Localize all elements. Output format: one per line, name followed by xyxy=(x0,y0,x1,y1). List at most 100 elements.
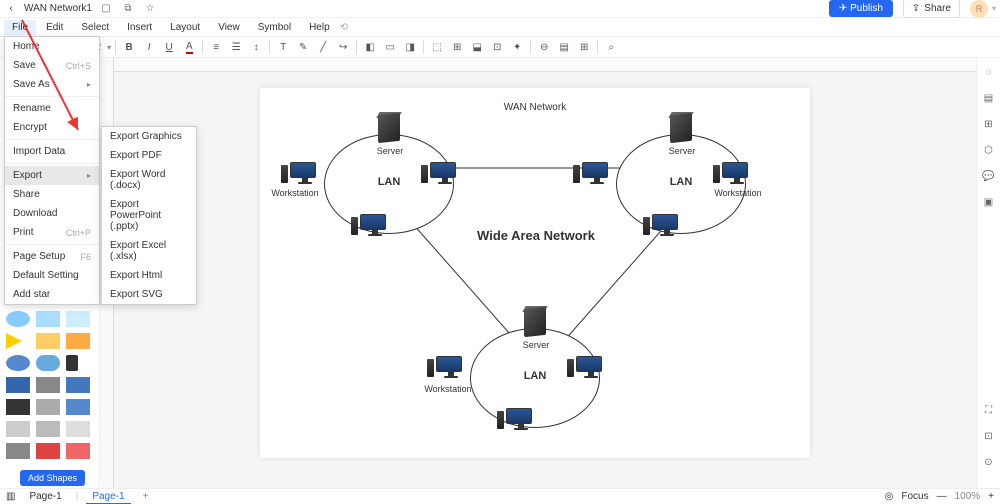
workstation-icon-3c[interactable] xyxy=(506,408,536,432)
file-menu-item-save[interactable]: SaveCtrl+S xyxy=(5,56,99,75)
list-icon[interactable]: ☰ xyxy=(227,38,245,56)
underline-icon[interactable]: U xyxy=(160,38,178,56)
file-menu-item-page-setup[interactable]: Page SetupF6 xyxy=(5,247,99,266)
effects-icon[interactable]: ✦ xyxy=(508,38,526,56)
help-icon[interactable]: ⟲ xyxy=(340,22,348,33)
document-title[interactable]: WAN Network1 xyxy=(24,3,92,14)
arrange2-icon[interactable]: ⊡ xyxy=(488,38,506,56)
file-menu-item-rename[interactable]: Rename xyxy=(5,99,99,118)
export-menu-item-export-powerpoint-pptx-[interactable]: Export PowerPoint (.pptx) xyxy=(102,195,196,236)
star-icon[interactable]: ☆ xyxy=(142,2,158,16)
file-menu-item-add-star[interactable]: Add star xyxy=(5,285,99,304)
arrange-icon[interactable]: ⬚ xyxy=(428,38,446,56)
comment-icon[interactable]: 💬 xyxy=(981,168,997,184)
drawing-canvas[interactable]: WAN Network LAN Server Workstation LAN S… xyxy=(260,88,810,458)
workstation-icon-1a[interactable] xyxy=(290,162,320,186)
lineheight-icon[interactable]: ↕ xyxy=(247,38,265,56)
back-button[interactable]: ‹ xyxy=(4,3,18,14)
page-tab-active[interactable]: Page-1 xyxy=(86,490,130,504)
page-icon[interactable]: ▤ xyxy=(981,90,997,106)
file-menu-item-save-as[interactable]: Save As▸ xyxy=(5,75,99,94)
server-icon-3[interactable] xyxy=(522,306,548,340)
avatar[interactable]: R xyxy=(970,0,988,18)
theme-icon[interactable]: ◌ xyxy=(981,64,997,80)
focus-label[interactable]: Focus xyxy=(901,491,928,502)
export-menu-item-export-svg[interactable]: Export SVG xyxy=(102,285,196,304)
add-shapes-button[interactable]: Add Shapes xyxy=(20,470,85,486)
focus-icon[interactable]: ◎ xyxy=(885,491,894,502)
connector-icon[interactable]: ↪ xyxy=(334,38,352,56)
workstation-icon-3b[interactable] xyxy=(576,356,606,380)
share-button[interactable]: ⇪ Share xyxy=(903,0,960,18)
layers-icon[interactable]: ⊞ xyxy=(981,116,997,132)
file-menu-item-default-setting[interactable]: Default Setting xyxy=(5,266,99,285)
add-page-button[interactable]: + xyxy=(139,491,153,502)
workstation-icon-2a[interactable] xyxy=(582,162,612,186)
stroke-icon[interactable]: ▭ xyxy=(381,38,399,56)
file-menu-item-share[interactable]: Share xyxy=(5,185,99,204)
publish-label: Publish xyxy=(850,3,883,14)
menu-symbol[interactable]: Symbol xyxy=(250,20,299,35)
menu-view[interactable]: View xyxy=(210,20,248,35)
export-menu-item-export-html[interactable]: Export Html xyxy=(102,266,196,285)
export-menu-item-export-word-docx-[interactable]: Export Word (.docx) xyxy=(102,165,196,195)
zoom-icon[interactable]: ⊙ xyxy=(981,454,997,470)
menu-insert[interactable]: Insert xyxy=(119,20,160,35)
publish-button[interactable]: ✈ Publish xyxy=(829,0,893,17)
file-menu-item-home[interactable]: Home xyxy=(5,37,99,56)
pages-icon[interactable]: ▥ xyxy=(6,491,15,502)
line-tool-icon[interactable]: ╱ xyxy=(314,38,332,56)
folder-icon[interactable]: ▢ xyxy=(98,2,114,16)
zoom-in-icon[interactable]: — xyxy=(937,491,947,502)
fontsize-dropdown-icon[interactable]: ▾ xyxy=(107,43,111,52)
workstation-icon-3a[interactable] xyxy=(436,356,466,380)
center-label: Wide Area Network xyxy=(476,228,596,245)
text-tool-icon[interactable]: T xyxy=(274,38,292,56)
export-menu-item-export-excel-xlsx-[interactable]: Export Excel (.xlsx) xyxy=(102,236,196,266)
export-menu-item-export-pdf[interactable]: Export PDF xyxy=(102,146,196,165)
file-menu-item-import-data[interactable]: Import Data xyxy=(5,142,99,161)
pen-tool-icon[interactable]: ✎ xyxy=(294,38,312,56)
menu-select[interactable]: Select xyxy=(73,20,117,35)
file-menu-item-download[interactable]: Download xyxy=(5,204,99,223)
ruler-horizontal xyxy=(100,58,976,72)
zoom-level[interactable]: 100% xyxy=(955,491,981,502)
distribute-icon[interactable]: ⊞ xyxy=(448,38,466,56)
ruler-icon[interactable]: ⊞ xyxy=(575,38,593,56)
file-menu-item-export[interactable]: Export▸ xyxy=(5,166,99,185)
fontcolor-icon[interactable]: A xyxy=(180,38,198,56)
menu-edit[interactable]: Edit xyxy=(38,20,71,35)
menu-help[interactable]: Help xyxy=(301,20,338,35)
fit-icon[interactable]: ⊡ xyxy=(981,428,997,444)
page-tab-left[interactable]: Page-1 xyxy=(23,490,67,503)
workstation-icon-2c[interactable] xyxy=(652,214,682,238)
file-menu-item-encrypt[interactable]: Encrypt xyxy=(5,118,99,137)
workstation-icon-2b[interactable] xyxy=(722,162,752,186)
shadow-icon[interactable]: ◨ xyxy=(401,38,419,56)
lock-icon[interactable]: ⊖ xyxy=(535,38,553,56)
canvas-area[interactable]: WAN Network LAN Server Workstation LAN S… xyxy=(100,58,976,488)
copy-icon[interactable]: ⧉ xyxy=(120,2,136,16)
file-menu-item-print[interactable]: PrintCtrl+P xyxy=(5,223,99,242)
fullscreen-icon[interactable]: ⛶ xyxy=(981,402,997,418)
cube-icon[interactable]: ⬡ xyxy=(981,142,997,158)
align-icon[interactable]: ≡ xyxy=(207,38,225,56)
avatar-dropdown-icon[interactable]: ▾ xyxy=(992,4,996,13)
italic-icon[interactable]: I xyxy=(140,38,158,56)
menu-file[interactable]: File xyxy=(4,20,36,35)
server-icon-2[interactable] xyxy=(668,112,694,146)
group-icon[interactable]: ⬓ xyxy=(468,38,486,56)
server-icon-1[interactable] xyxy=(376,112,402,146)
search-icon[interactable]: ⌕ xyxy=(602,38,620,56)
workstation-icon-1b[interactable] xyxy=(430,162,460,186)
zoom-out-icon[interactable]: + xyxy=(988,491,994,502)
shape-library[interactable] xyxy=(0,286,99,464)
server-label-3: Server xyxy=(506,340,566,350)
fill-icon[interactable]: ◧ xyxy=(361,38,379,56)
layer-icon[interactable]: ▤ xyxy=(555,38,573,56)
menu-layout[interactable]: Layout xyxy=(162,20,208,35)
history-icon[interactable]: ▣ xyxy=(981,194,997,210)
workstation-icon-1c[interactable] xyxy=(360,214,390,238)
bold-icon[interactable]: B xyxy=(120,38,138,56)
export-menu-item-export-graphics[interactable]: Export Graphics xyxy=(102,127,196,146)
